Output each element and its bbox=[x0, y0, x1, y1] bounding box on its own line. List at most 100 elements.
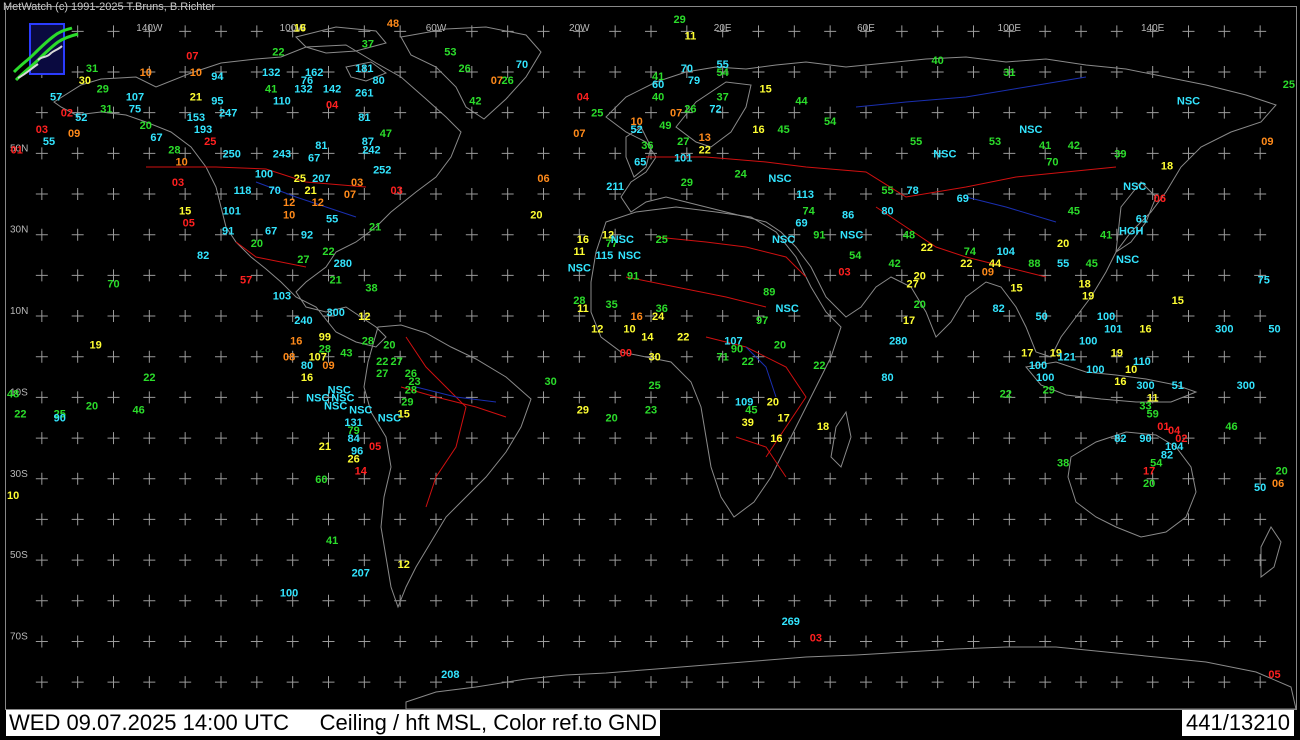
station-ceiling-label[interactable]: 54 bbox=[824, 116, 837, 128]
station-ceiling-label[interactable]: 52 bbox=[631, 124, 643, 136]
station-ceiling-label[interactable]: 22 bbox=[742, 356, 754, 368]
station-ceiling-label[interactable]: 20 bbox=[530, 209, 542, 221]
station-ceiling-label[interactable]: 211 bbox=[606, 181, 624, 193]
station-ceiling-label[interactable]: 05 bbox=[369, 441, 381, 453]
station-ceiling-label[interactable]: 16 bbox=[577, 234, 589, 246]
station-ceiling-label[interactable]: 06 bbox=[1272, 478, 1284, 490]
station-ceiling-label[interactable]: 100 bbox=[1097, 311, 1115, 323]
station-ceiling-label[interactable]: 300 bbox=[1237, 380, 1255, 392]
station-ceiling-label[interactable]: 25 bbox=[1283, 79, 1295, 91]
station-ceiling-label[interactable]: 59 bbox=[1147, 409, 1159, 421]
station-ceiling-label[interactable]: 29 bbox=[681, 177, 693, 189]
station-ceiling-label[interactable]: 240 bbox=[294, 315, 312, 327]
station-ceiling-label[interactable]: 17 bbox=[777, 413, 789, 425]
station-ceiling-label[interactable]: 181 bbox=[355, 63, 373, 75]
station-ceiling-label[interactable]: 22 bbox=[921, 242, 933, 254]
station-ceiling-label[interactable]: 70 bbox=[269, 185, 281, 197]
station-ceiling-label[interactable]: 31 bbox=[86, 63, 98, 75]
station-ceiling-label[interactable]: 42 bbox=[1068, 140, 1080, 152]
station-ceiling-label[interactable]: 50 bbox=[1254, 482, 1266, 494]
station-ceiling-label[interactable]: 24 bbox=[652, 311, 665, 323]
station-ceiling-label[interactable]: 81 bbox=[358, 112, 370, 124]
station-ceiling-label[interactable]: 18 bbox=[1078, 279, 1090, 291]
station-ceiling-label[interactable]: 05 bbox=[183, 218, 195, 230]
station-ceiling-label[interactable]: 36 bbox=[641, 140, 653, 152]
station-ceiling-label[interactable]: 19 bbox=[89, 340, 101, 352]
station-ceiling-label[interactable]: 15 bbox=[1172, 295, 1184, 307]
station-ceiling-label[interactable]: 80 bbox=[373, 75, 385, 87]
station-ceiling-label[interactable]: 52 bbox=[75, 112, 87, 124]
station-ceiling-label[interactable]: 24 bbox=[734, 169, 747, 181]
station-ceiling-label[interactable]: 29 bbox=[577, 405, 589, 417]
station-ceiling-label[interactable]: 07 bbox=[670, 108, 682, 120]
station-ceiling-label[interactable]: 60 bbox=[315, 474, 327, 486]
station-ceiling-label[interactable]: 20 bbox=[383, 340, 395, 352]
station-ceiling-label[interactable]: 280 bbox=[334, 258, 352, 270]
station-ceiling-label[interactable]: 07 bbox=[573, 128, 585, 140]
station-ceiling-label[interactable]: 42 bbox=[889, 258, 901, 270]
station-ceiling-label[interactable]: 09 bbox=[322, 360, 334, 372]
station-ceiling-label[interactable]: 61 bbox=[1136, 213, 1148, 225]
station-ceiling-label[interactable]: 57 bbox=[50, 91, 62, 103]
station-ceiling-label[interactable]: 11 bbox=[577, 303, 589, 315]
station-ceiling-label[interactable]: 28 bbox=[405, 384, 417, 396]
station-ceiling-label[interactable]: 50 bbox=[1035, 311, 1047, 323]
station-ceiling-label[interactable]: 16 bbox=[752, 124, 764, 136]
station-ceiling-label[interactable]: 90 bbox=[54, 413, 66, 425]
station-ceiling-label[interactable]: 28 bbox=[168, 144, 180, 156]
station-ceiling-label[interactable]: 100 bbox=[1079, 335, 1097, 347]
station-ceiling-label[interactable]: 29 bbox=[1043, 384, 1055, 396]
station-ceiling-label[interactable]: 21 bbox=[330, 274, 342, 286]
station-ceiling-label[interactable]: 30 bbox=[545, 376, 557, 388]
station-ceiling-label[interactable]: 44 bbox=[795, 95, 808, 107]
station-ceiling-label[interactable]: 00 bbox=[620, 348, 632, 360]
station-ceiling-label[interactable]: 31 bbox=[1003, 67, 1015, 79]
station-ceiling-label[interactable]: 55 bbox=[326, 213, 338, 225]
station-ceiling-label[interactable]: 43 bbox=[340, 348, 352, 360]
station-ceiling-label[interactable]: 03 bbox=[172, 177, 184, 189]
station-ceiling-label[interactable]: 12 bbox=[398, 559, 410, 571]
station-ceiling-label[interactable]: 18 bbox=[1161, 161, 1173, 173]
station-ceiling-label[interactable]: 95 bbox=[211, 95, 223, 107]
station-ceiling-label[interactable]: 27 bbox=[297, 254, 309, 266]
station-ceiling-label[interactable]: 42 bbox=[469, 95, 481, 107]
station-ceiling-label[interactable]: 29 bbox=[401, 396, 413, 408]
station-ceiling-label[interactable]: 16 bbox=[1139, 323, 1151, 335]
station-ceiling-label[interactable]: 31 bbox=[100, 104, 112, 116]
station-ceiling-label[interactable]: 16 bbox=[290, 335, 302, 347]
station-ceiling-label[interactable]: 261 bbox=[355, 87, 373, 99]
station-ceiling-label[interactable]: 15 bbox=[1010, 283, 1022, 295]
station-ceiling-label[interactable]: 104 bbox=[997, 246, 1016, 258]
station-ceiling-label[interactable]: 11 bbox=[685, 30, 697, 42]
station-ceiling-label[interactable]: 23 bbox=[645, 405, 657, 417]
station-ceiling-label[interactable]: 41 bbox=[1100, 230, 1112, 242]
station-ceiling-label[interactable]: 51 bbox=[1172, 380, 1184, 392]
station-ceiling-label[interactable]: 22 bbox=[677, 331, 689, 343]
station-ceiling-label[interactable]: 22 bbox=[1000, 388, 1012, 400]
station-ceiling-label[interactable]: 20 bbox=[251, 238, 263, 250]
station-ceiling-label[interactable]: 132 bbox=[262, 67, 280, 79]
station-ceiling-label[interactable]: NSC bbox=[1177, 95, 1200, 107]
station-ceiling-label[interactable]: 91 bbox=[813, 230, 825, 242]
station-ceiling-label[interactable]: 12 bbox=[283, 197, 295, 209]
station-ceiling-label[interactable]: 25 bbox=[648, 380, 660, 392]
station-ceiling-label[interactable]: 04 bbox=[326, 100, 339, 112]
station-ceiling-label[interactable]: 10 bbox=[140, 67, 152, 79]
station-ceiling-label[interactable]: 20 bbox=[605, 413, 617, 425]
station-ceiling-label[interactable]: NSC bbox=[776, 303, 799, 315]
world-map[interactable]: 140W 100W 60W 20W 20E 60E 100E 140E 50N 30N 10N 10S… bbox=[5, 6, 1297, 710]
station-ceiling-label[interactable]: 41 bbox=[326, 535, 338, 547]
station-ceiling-label[interactable]: 103 bbox=[273, 291, 291, 303]
station-ceiling-label[interactable]: 22 bbox=[376, 356, 388, 368]
station-ceiling-label[interactable]: 80 bbox=[881, 205, 893, 217]
station-ceiling-label[interactable]: 27 bbox=[677, 136, 689, 148]
station-ceiling-label[interactable]: 13 bbox=[699, 132, 711, 144]
station-ceiling-label[interactable]: 16 bbox=[770, 433, 782, 445]
station-ceiling-label[interactable]: 84 bbox=[347, 433, 360, 445]
station-ceiling-label[interactable]: 04 bbox=[577, 91, 590, 103]
station-ceiling-label[interactable]: 21 bbox=[304, 185, 316, 197]
station-ceiling-label[interactable]: 20 bbox=[86, 401, 98, 413]
station-ceiling-label[interactable]: 97 bbox=[756, 315, 768, 327]
station-ceiling-label[interactable]: NSC bbox=[349, 405, 372, 417]
station-ceiling-label[interactable]: 100 bbox=[280, 588, 298, 600]
